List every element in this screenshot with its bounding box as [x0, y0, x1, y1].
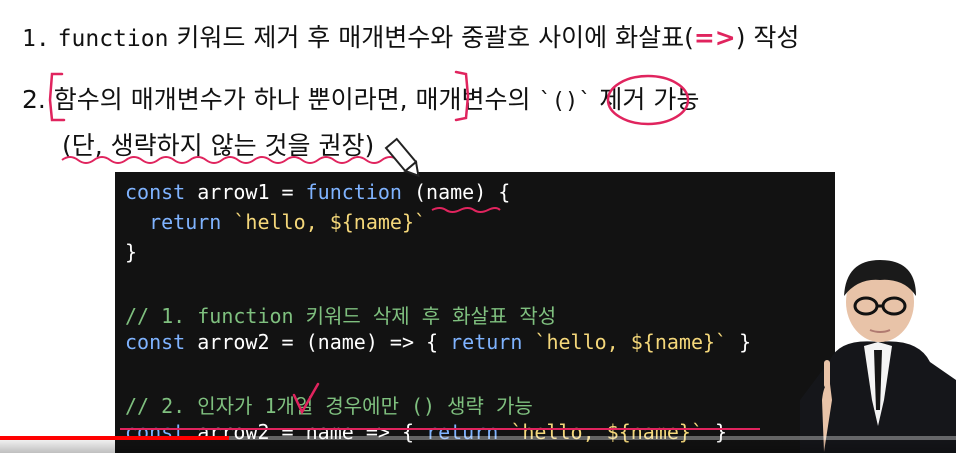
code-block: const arrow1 = function (name) { return …: [115, 172, 835, 453]
slide-point-2: 2. 함수의 매개변수가 하나 뿐이라면, 매개변수의 `()` 제거 가능: [22, 80, 699, 116]
code-keyword: const: [125, 330, 186, 354]
point-2-text-b: 제거 가능: [591, 85, 700, 114]
code-comment: // 1. function 키워드 삭제 후 화살표 작성: [125, 304, 557, 328]
code-keyword: return: [149, 210, 222, 234]
code-line-5: const arrow2 = (name) => { return `hello…: [125, 330, 751, 354]
code-text: (name) {: [401, 180, 511, 204]
point-1-number: 1.: [22, 26, 50, 52]
point-2-text-a: 함수의 매개변수가 하나 뿐이라면, 매개변수의: [45, 85, 539, 114]
slide-point-2-note: (단, 생략하지 않는 것을 권장): [62, 126, 374, 162]
code-string: `hello, ${name}`: [522, 330, 728, 354]
point-2-note-text: (단, 생략하지 않는 것을 권장): [62, 131, 375, 160]
code-comment: // 2. 인자가 1개일 경우에만 () 생략 가능: [125, 394, 533, 418]
point-1-text-a: 키워드 제거 후 매개변수와 중괄호 사이에 화살표(: [168, 23, 694, 52]
code-keyword: const: [125, 180, 186, 204]
code-line-3: }: [125, 240, 137, 264]
code-string: `hello, ${name}`: [221, 210, 427, 234]
point-1-text-b: ) 작성: [735, 23, 800, 52]
point-2-number: 2.: [22, 85, 46, 114]
video-progress-played: [0, 436, 230, 440]
point-1-keyword: function: [57, 26, 169, 52]
code-line-1: const arrow1 = function (name) {: [125, 180, 510, 204]
code-line-2: return `hello, ${name}`: [125, 210, 426, 234]
presenter-image: [800, 260, 956, 453]
code-keyword: return: [450, 330, 523, 354]
code-line-4: // 1. function 키워드 삭제 후 화살표 작성: [125, 300, 556, 329]
point-1-arrow: =>: [693, 23, 736, 52]
code-line-6: // 2. 인자가 1개일 경우에만 () 생략 가능: [125, 390, 533, 419]
video-progress-bar[interactable]: [0, 436, 956, 440]
point-2-paren-code: `()`: [538, 89, 592, 114]
lecture-slide: 1. function 키워드 제거 후 매개변수와 중괄호 사이에 화살표(=…: [0, 0, 956, 453]
code-text: }: [727, 330, 752, 354]
code-keyword: function: [305, 180, 402, 204]
code-text: }: [125, 240, 138, 264]
code-text: arrow1 =: [185, 180, 306, 204]
slide-point-1: 1. function 키워드 제거 후 매개변수와 중괄호 사이에 화살표(=…: [22, 18, 799, 54]
code-text: arrow2 = (name) => {: [185, 330, 451, 354]
